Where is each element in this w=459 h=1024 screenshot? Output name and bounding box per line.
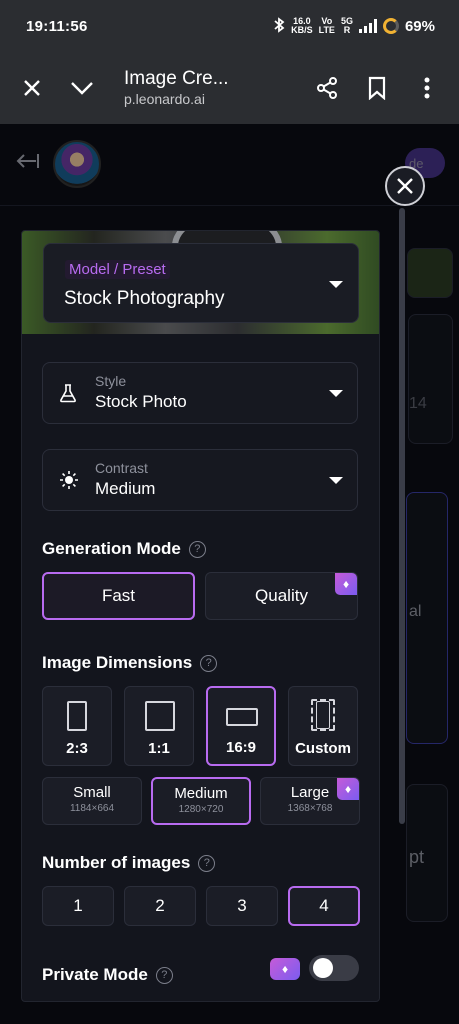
premium-gem-icon: ♦: [270, 958, 300, 980]
page-url: p.leonardo.ai: [124, 91, 205, 107]
status-icons: 16.0 KB/S Vo LTE 5G R 69%: [273, 17, 435, 36]
style-value: Stock Photo: [95, 392, 187, 411]
style-dropdown[interactable]: Style Stock Photo: [42, 362, 358, 424]
caret-down-icon: [329, 477, 343, 484]
premium-gem-icon: ♦: [337, 778, 359, 800]
ratio-custom-button[interactable]: Custom: [288, 686, 358, 766]
ratio-1-1-button[interactable]: 1:1: [124, 686, 194, 766]
model-preset-dropdown[interactable]: Model / Preset Stock Photography: [43, 243, 359, 323]
generation-settings-panel: Model / Preset Stock Photography Style S…: [21, 230, 380, 1002]
toggle-knob: [313, 958, 333, 978]
page-title: Image Cre...: [124, 68, 229, 90]
ratio-16-9-button[interactable]: 16:9: [206, 686, 276, 766]
caret-down-icon: [329, 281, 343, 288]
close-icon: [397, 178, 413, 194]
portrait-ratio-icon: [67, 701, 87, 731]
model-preset-value: Stock Photography: [64, 288, 225, 309]
brightness-icon: [59, 470, 79, 495]
signal-icon: [358, 19, 377, 33]
size-large-button[interactable]: Large 1368×768 ♦: [260, 777, 360, 825]
volte-indicator: Vo LTE: [318, 16, 335, 35]
model-preset-label: Model / Preset: [65, 260, 170, 279]
help-icon[interactable]: ?: [155, 966, 173, 984]
image-dimensions-heading: Image Dimensions?: [42, 653, 218, 673]
more-vert-icon[interactable]: [413, 74, 441, 102]
browser-title-block[interactable]: Image Cre... p.leonardo.ai: [124, 68, 229, 108]
network-type: 5G R: [340, 16, 353, 35]
status-bar: 19:11:56 16.0 KB/S Vo LTE 5G R 69%: [0, 0, 459, 52]
share-icon[interactable]: [313, 74, 341, 102]
battery-icon: [382, 18, 399, 34]
ratio-2-3-button[interactable]: 2:3: [42, 686, 112, 766]
custom-ratio-inner-icon: [316, 701, 330, 729]
generation-mode-fast-button[interactable]: Fast: [42, 572, 195, 620]
size-small-button[interactable]: Small 1184×664: [42, 777, 142, 825]
private-mode-toggle[interactable]: [309, 955, 359, 981]
battery-percent: 69%: [404, 17, 435, 35]
caret-down-icon: [329, 390, 343, 397]
premium-gem-icon: ♦: [335, 573, 357, 595]
close-tab-icon[interactable]: [18, 74, 46, 102]
num-images-4-button[interactable]: 4: [288, 886, 360, 926]
num-images-2-button[interactable]: 2: [124, 886, 196, 926]
help-icon[interactable]: ?: [188, 540, 206, 558]
bluetooth-icon: [273, 16, 285, 36]
size-medium-button[interactable]: Medium 1280×720: [151, 777, 251, 825]
close-panel-button[interactable]: [385, 166, 425, 206]
square-ratio-icon: [145, 701, 175, 731]
private-mode-heading: Private Mode?: [42, 965, 173, 985]
bookmark-icon[interactable]: [363, 74, 391, 102]
app-page: de 14 al pt Model / Preset Stock Photogr…: [0, 124, 459, 1024]
generation-mode-heading: Generation Mode?: [42, 539, 206, 559]
status-time: 19:11:56: [26, 17, 88, 35]
contrast-value: Medium: [95, 479, 156, 498]
num-images-1-button[interactable]: 1: [42, 886, 114, 926]
panel-scrollbar[interactable]: [399, 208, 405, 824]
help-icon[interactable]: ?: [200, 654, 218, 672]
browser-toolbar: Image Cre... p.leonardo.ai: [0, 52, 459, 124]
contrast-label: Contrast: [95, 460, 148, 476]
network-speed: 16.0 KB/S: [291, 16, 313, 35]
generation-mode-quality-button[interactable]: Quality ♦: [205, 572, 358, 620]
flask-icon: [59, 383, 77, 408]
landscape-ratio-icon: [226, 708, 258, 726]
number-of-images-heading: Number of images?: [42, 853, 216, 873]
help-icon[interactable]: ?: [198, 854, 216, 872]
contrast-dropdown[interactable]: Contrast Medium: [42, 449, 358, 511]
chevron-down-icon[interactable]: [68, 74, 96, 102]
style-label: Style: [95, 373, 127, 389]
num-images-3-button[interactable]: 3: [206, 886, 278, 926]
